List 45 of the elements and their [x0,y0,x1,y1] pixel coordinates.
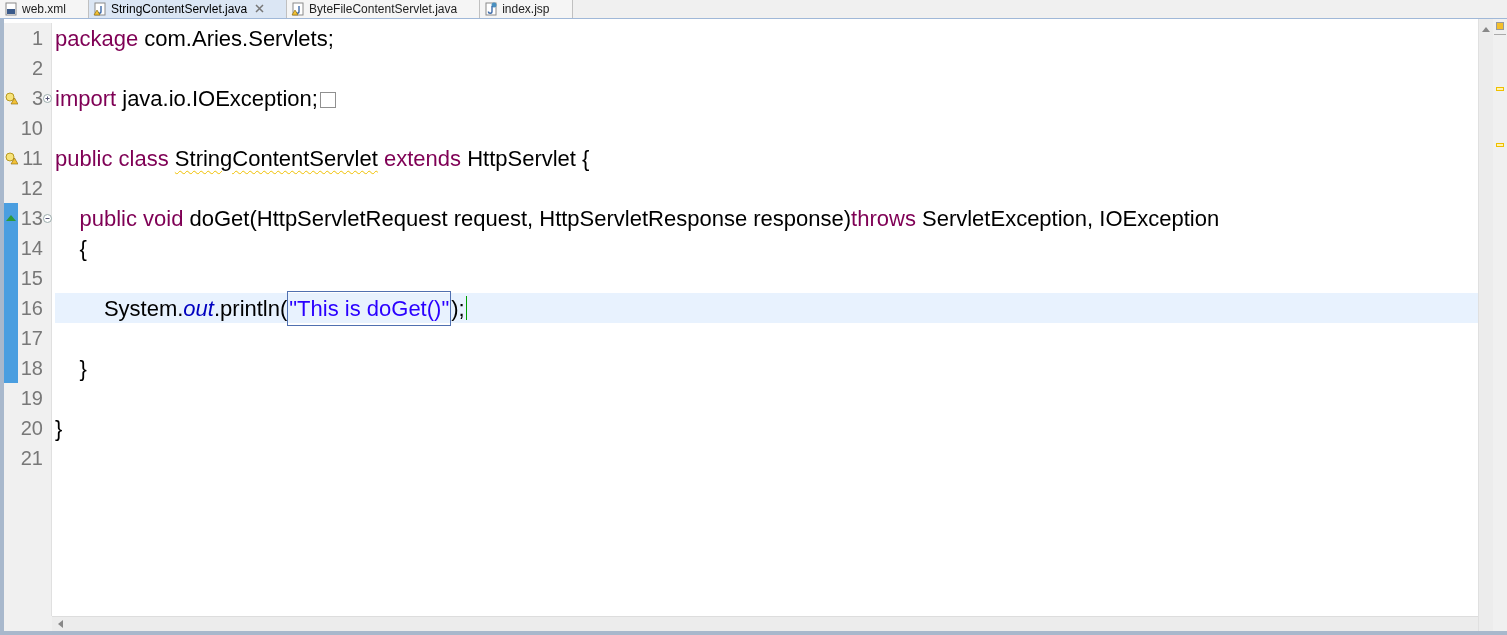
code-line: { [78,234,87,263]
code-line: package com.Aries.Servlets; [55,24,334,53]
text-cursor [465,296,467,320]
scroll-up-icon[interactable] [1482,27,1490,32]
expand-icon[interactable] [43,93,52,103]
line-number: 2 [30,56,43,81]
code-line: public class StringContentServlet extends HttpServlet { [55,144,590,173]
horizontal-scrollbar[interactable] [52,616,1478,631]
warning-annotation[interactable] [1496,143,1504,147]
lightbulb-warning-icon[interactable] [4,151,18,165]
line-number: 17 [19,326,43,351]
line-number: 3 [30,86,43,111]
scroll-left-icon[interactable] [58,620,64,628]
line-number: 16 [19,296,43,321]
file-icon [484,1,499,16]
code-line: import java.io.IOException; [55,84,318,113]
code-line: public void doGet(HttpServletRequest request, HttpServletResponse response)throws ServletException, IOException [78,204,1220,233]
line-number: 13 [19,206,43,231]
collapse-icon[interactable] [43,213,52,223]
line-number: 15 [19,266,43,291]
warning-summary-icon [1496,22,1504,30]
editor-tab[interactable]: web.xml [0,0,89,18]
line-number: 12 [19,176,43,201]
folded-code-marker[interactable] [319,92,336,108]
editor-tab[interactable]: index.jsp [480,0,573,18]
close-icon[interactable] [255,4,265,13]
line-number: 1 [30,26,43,51]
file-icon [291,1,306,16]
editor-tab[interactable]: StringContentServlet.java [89,0,288,18]
vertical-scrollbar[interactable] [1478,19,1493,631]
line-number: 14 [19,236,43,261]
code-line: } [55,414,63,443]
code-line: } [78,354,87,383]
lightbulb-warning-icon[interactable] [4,91,18,105]
editor-tab[interactable]: ByteFileContentServlet.java [287,0,481,18]
file-icon [93,1,107,16]
line-number: 11 [21,146,43,171]
warning-annotation[interactable] [1496,87,1504,91]
file-icon [4,1,18,16]
line-number: 19 [19,386,43,411]
line-number: 20 [19,416,43,441]
code-line: System.out.println("This is doGet()"); [55,290,465,326]
line-number: 21 [19,446,43,471]
line-number: 18 [19,356,43,381]
line-number: 10 [19,116,43,141]
